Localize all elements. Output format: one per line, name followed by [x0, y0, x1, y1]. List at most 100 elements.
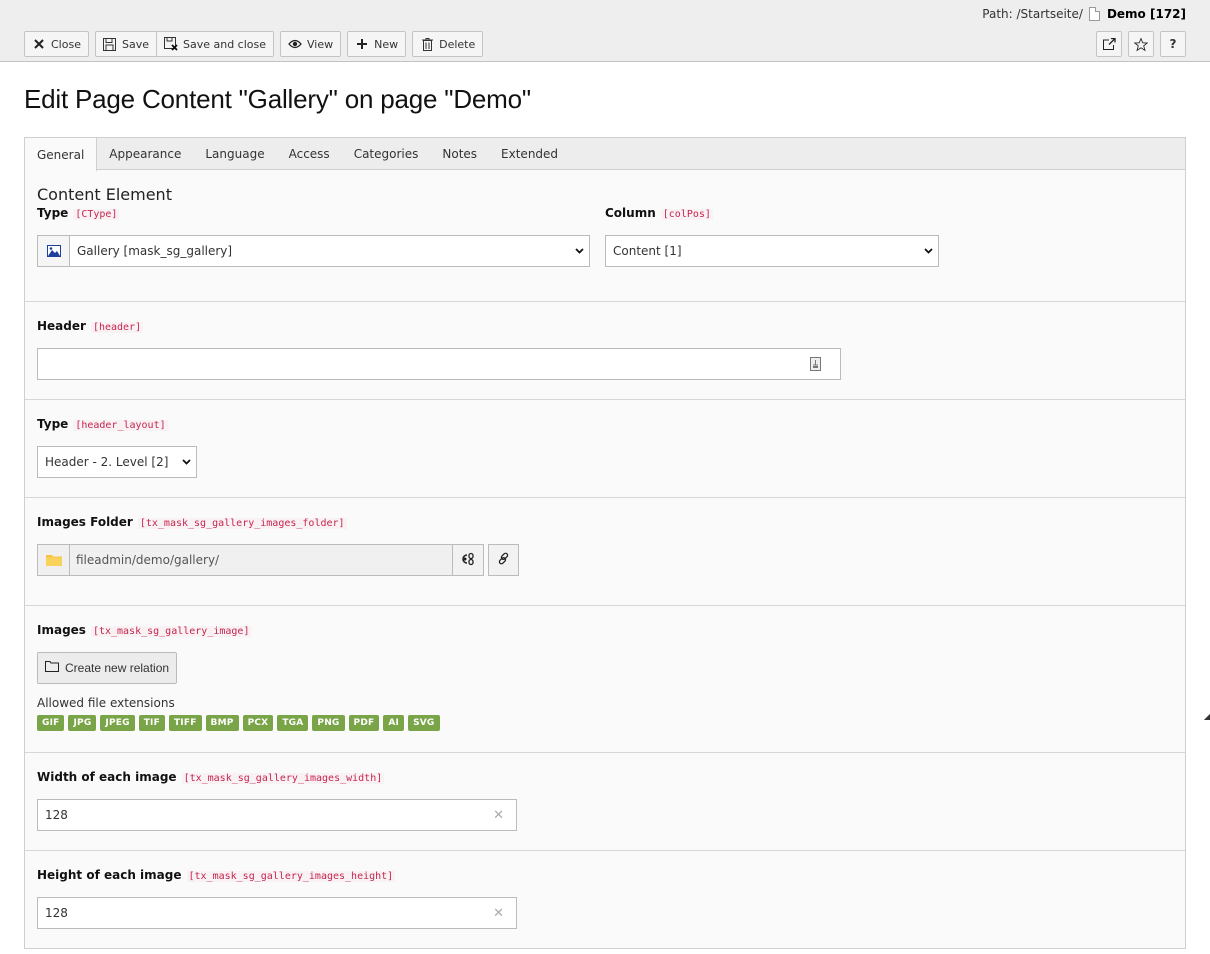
colpos-select[interactable]: Content [1]	[605, 235, 939, 267]
create-new-relation-button[interactable]: Create new relation	[37, 652, 178, 684]
images-folder-value: fileadmin/demo/gallery/	[76, 553, 220, 567]
tab-extended[interactable]: Extended	[489, 138, 570, 169]
breadcrumb: Path: /Startseite/ Demo [172]	[982, 6, 1186, 22]
close-label: Close	[51, 37, 81, 51]
chevron-down-icon	[918, 248, 938, 254]
page-record-title: Demo [172]	[1106, 7, 1186, 21]
plus-icon	[355, 37, 369, 51]
header-layout-label-text: Type	[37, 417, 69, 431]
colpos-field-name: [colPos]	[660, 209, 713, 220]
tab-general[interactable]: General	[25, 138, 98, 171]
width-value: 128	[45, 808, 68, 822]
delete-label: Delete	[439, 37, 476, 51]
create-new-relation-label: Create new relation	[65, 661, 170, 675]
ctype-label: Type [CType]	[37, 206, 605, 220]
images-folder-group: fileadmin/demo/gallery/	[37, 544, 1173, 576]
width-section: Width of each image [tx_mask_sg_gallery_…	[25, 753, 1185, 851]
form-panel: General Appearance Language Access Categ…	[24, 137, 1186, 949]
extension-badge: BMP	[205, 715, 239, 731]
height-input[interactable]: 128 ✕	[37, 897, 517, 929]
colpos-value: Content [1]	[613, 244, 682, 258]
save-button[interactable]: Save	[94, 31, 157, 57]
chevron-down-icon	[176, 459, 196, 465]
header-layout-select[interactable]: Header - 2. Level [2]	[37, 446, 197, 478]
link-browser-button[interactable]	[488, 544, 519, 576]
images-label-text: Images	[37, 623, 86, 637]
delete-button[interactable]: Delete	[412, 31, 484, 57]
eye-icon	[288, 37, 302, 51]
bookmark-button[interactable]	[1128, 31, 1154, 57]
header-label-text: Header	[37, 319, 86, 333]
extension-badge: PDF	[348, 715, 380, 731]
tab-bar: General Appearance Language Access Categ…	[25, 138, 1185, 171]
folder-icon	[38, 545, 70, 575]
height-value: 128	[45, 906, 68, 920]
star-icon	[1134, 37, 1148, 51]
open-new-window-button[interactable]	[1096, 31, 1122, 57]
width-label-text: Width of each image	[37, 770, 177, 784]
folder-outline-icon	[45, 661, 59, 675]
extension-badge: AI	[383, 715, 405, 731]
colpos-field: Column [colPos] Content [1]	[605, 206, 1173, 267]
images-folder-field-name: [tx_mask_sg_gallery_images_folder]	[137, 518, 347, 529]
clear-icon[interactable]: ✕	[493, 808, 504, 823]
save-icon	[103, 37, 117, 51]
doc-header: Path: /Startseite/ Demo [172] Close Save…	[0, 0, 1210, 62]
content-element-section: Content Element Type [CType] Gallery [ma…	[25, 170, 1185, 302]
tab-appearance[interactable]: Appearance	[97, 138, 193, 169]
height-label: Height of each image [tx_mask_sg_gallery…	[37, 868, 1173, 882]
ctype-select[interactable]: Gallery [mask_sg_gallery]	[37, 235, 590, 267]
save-button-group: Save Save and close	[94, 31, 275, 57]
link-icon	[497, 552, 510, 568]
close-button[interactable]: Close	[24, 31, 89, 57]
image-icon	[38, 236, 70, 266]
header-layout-label: Type [header_layout]	[37, 417, 1173, 431]
chevron-down-icon	[569, 248, 589, 254]
extension-badge: TIF	[138, 715, 165, 731]
allowed-extensions-label: Allowed file extensions	[37, 696, 175, 710]
save-label: Save	[121, 37, 149, 51]
tab-notes[interactable]: Notes	[430, 138, 489, 169]
page-title: Edit Page Content "Gallery" on page "Dem…	[24, 84, 531, 114]
ctype-field: Type [CType] Gallery [mask_sg_gallery]	[37, 206, 605, 267]
help-button[interactable]: ?	[1160, 31, 1186, 57]
action-toolbar: Close Save Save and close View New Delet…	[24, 31, 484, 57]
save-close-icon	[163, 37, 178, 51]
new-button[interactable]: New	[347, 31, 407, 57]
external-link-icon	[1102, 37, 1116, 51]
help-icon: ?	[1169, 37, 1177, 51]
header-input[interactable]	[37, 348, 841, 380]
images-folder-label-text: Images Folder	[37, 515, 133, 529]
images-section: Images [tx_mask_sg_gallery_image] Create…	[25, 606, 1185, 753]
width-input[interactable]: 128 ✕	[37, 799, 517, 831]
images-folder-input[interactable]: fileadmin/demo/gallery/	[37, 544, 453, 576]
new-label: New	[374, 37, 399, 51]
clear-icon[interactable]: ✕	[493, 906, 504, 921]
tab-access[interactable]: Access	[277, 138, 342, 169]
header-field-name: [header]	[90, 322, 144, 333]
header-section: Header [header]	[25, 302, 1185, 400]
tab-categories[interactable]: Categories	[342, 138, 431, 169]
ctype-value: Gallery [mask_sg_gallery]	[77, 244, 233, 258]
close-icon	[32, 37, 46, 51]
tab-language[interactable]: Language	[193, 138, 276, 169]
extension-badge: JPEG	[100, 715, 135, 731]
images-folder-section: Images Folder [tx_mask_sg_gallery_images…	[25, 498, 1185, 606]
images-folder-label: Images Folder [tx_mask_sg_gallery_images…	[37, 515, 1173, 529]
view-button[interactable]: View	[280, 31, 342, 57]
height-label-text: Height of each image	[37, 868, 182, 882]
character-counter-icon	[810, 357, 821, 374]
ctype-field-name: [CType]	[73, 209, 120, 220]
save-and-close-button[interactable]: Save and close	[156, 31, 275, 57]
header-label: Header [header]	[37, 319, 1173, 333]
extension-badge: TGA	[277, 715, 309, 731]
resize-handle-icon[interactable]: ◢	[1204, 712, 1210, 721]
extension-badge: PNG	[312, 715, 345, 731]
header-layout-field-name: [header_layout]	[73, 420, 168, 431]
folder-link-icon	[461, 552, 475, 569]
width-label: Width of each image [tx_mask_sg_gallery_…	[37, 770, 1173, 784]
header-layout-value: Header - 2. Level [2]	[45, 455, 169, 469]
section-legend: Content Element	[37, 185, 172, 204]
page-icon	[1088, 7, 1100, 21]
browse-folder-button[interactable]	[453, 544, 484, 576]
